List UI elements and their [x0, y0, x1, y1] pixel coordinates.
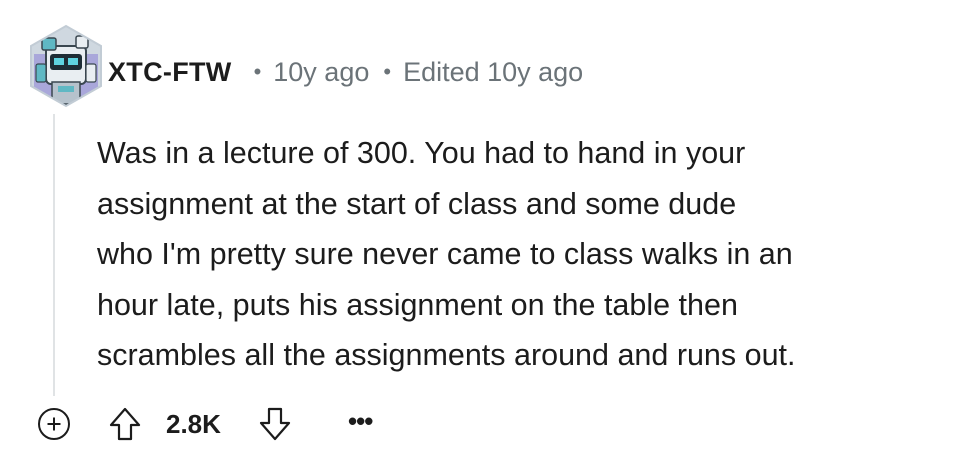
downvote-button[interactable]	[258, 406, 292, 442]
arrow-up-icon	[109, 407, 141, 441]
edited-timestamp: Edited 10y ago	[403, 56, 584, 87]
robot-avatar-icon	[30, 24, 102, 108]
comment-body-line: who I'm pretty sure never came to class …	[97, 237, 793, 271]
comment-header: XTC-FTW • 10y ago • Edited 10y ago	[108, 52, 583, 92]
author-username[interactable]: XTC-FTW	[108, 57, 232, 88]
meta-separator: •	[383, 59, 392, 84]
arrow-down-icon	[259, 407, 291, 441]
comment-body-line: assignment at the start of class and som…	[97, 186, 737, 221]
expand-thread-button[interactable]	[38, 408, 70, 440]
vote-score: 2.8K	[166, 409, 221, 439]
thread-line[interactable]	[53, 114, 55, 396]
comment-body-line: scrambles all the assignments around and…	[97, 338, 796, 372]
comment-body-line: Was in a lecture of 300. You had to hand…	[97, 136, 746, 170]
ellipsis-icon: •••	[348, 406, 373, 436]
comment-action-bar: 2.8K •••	[0, 398, 970, 450]
avatar[interactable]	[28, 24, 104, 108]
upvote-button[interactable]	[108, 406, 142, 442]
comment-body: Was in a lecture of 300. You had to hand…	[97, 128, 957, 381]
meta-separator: •	[253, 59, 262, 84]
more-options-button[interactable]: •••	[348, 406, 382, 440]
comment-timestamp[interactable]: 10y ago	[273, 57, 369, 88]
comment-body-line: hour late, puts his assignment on the ta…	[97, 287, 738, 322]
plus-circle-icon	[47, 417, 61, 431]
